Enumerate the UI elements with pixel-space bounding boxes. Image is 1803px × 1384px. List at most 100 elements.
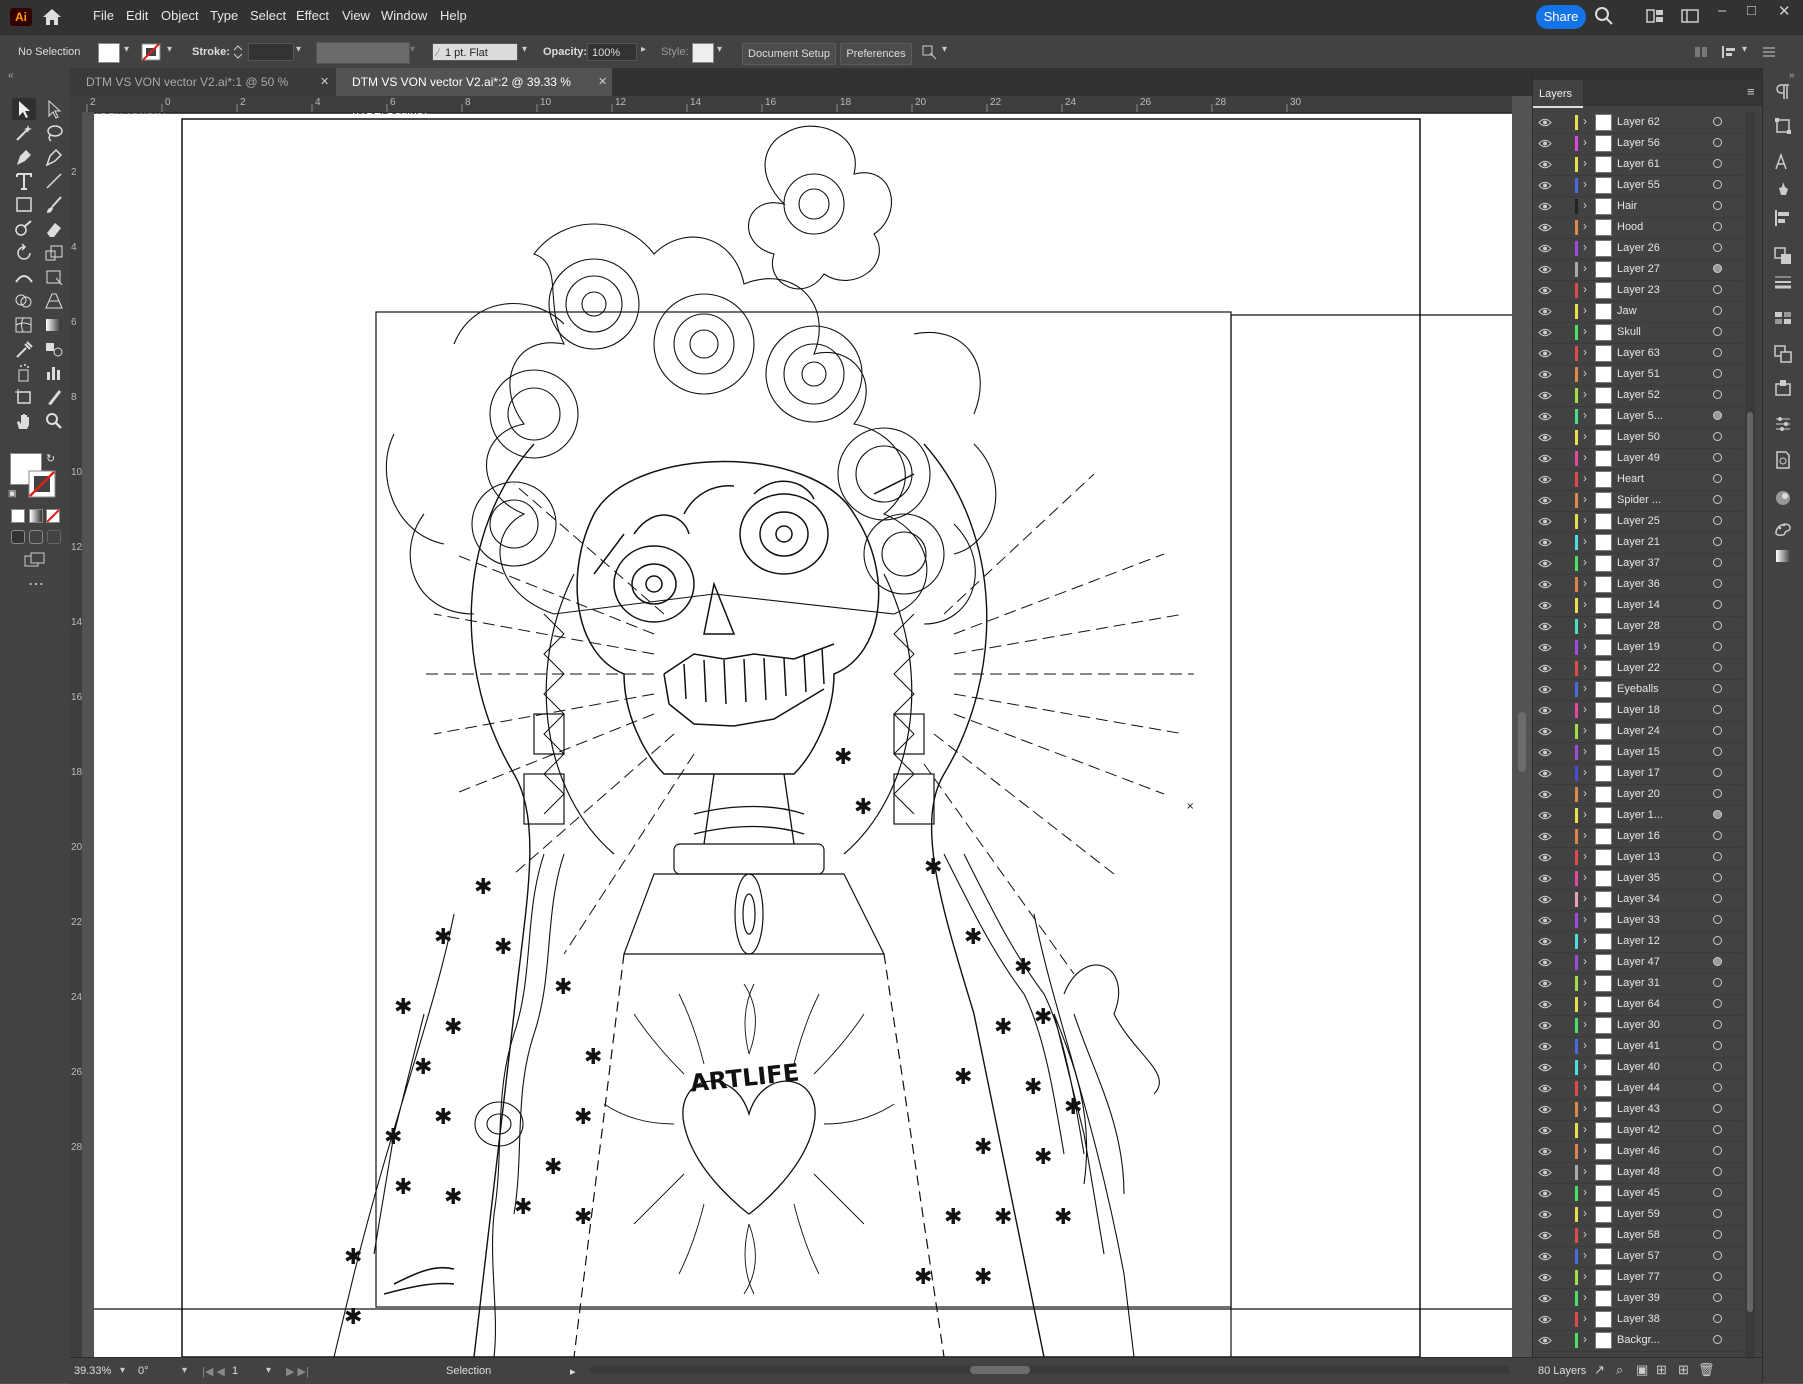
ruler-origin[interactable] (70, 96, 82, 112)
share-button[interactable]: Share (1536, 5, 1586, 29)
layer-row[interactable]: › Spider ... (1533, 490, 1743, 512)
layer-row[interactable]: › Skull (1533, 322, 1743, 344)
layer-name[interactable]: Layer 22 (1617, 662, 1677, 674)
expand-chevron-icon[interactable]: › (1583, 1164, 1587, 1178)
target-circle-icon[interactable] (1713, 915, 1722, 924)
layer-name[interactable]: Layer 13 (1617, 851, 1677, 863)
layer-name[interactable]: Layer 41 (1617, 1040, 1677, 1052)
visibility-eye-icon[interactable] (1538, 538, 1552, 547)
visibility-eye-icon[interactable] (1538, 433, 1552, 442)
align-panel-icon[interactable] (1773, 208, 1793, 228)
target-circle-icon[interactable] (1713, 201, 1722, 210)
visibility-eye-icon[interactable] (1538, 1189, 1552, 1198)
target-circle-icon[interactable] (1713, 117, 1722, 126)
target-circle-icon[interactable] (1713, 537, 1722, 546)
panel-menu-icon[interactable]: ≡ (1747, 84, 1755, 99)
layer-row[interactable]: › Layer 31 (1533, 973, 1743, 995)
lock-toggle[interactable] (1555, 114, 1571, 130)
horizontal-ruler[interactable]: 2 0 2 4 6 8 10 12 14 16 18 20 22 24 26 2… (82, 96, 1512, 113)
visibility-eye-icon[interactable] (1538, 580, 1552, 589)
brush-definition-field[interactable]: ⁄ 1 pt. Flat (432, 43, 518, 61)
layer-row[interactable]: › Layer 41 (1533, 1036, 1743, 1058)
width-tool-icon[interactable] (12, 266, 36, 288)
layer-name[interactable]: Layer 57 (1617, 1250, 1677, 1262)
lock-toggle[interactable] (1555, 156, 1571, 172)
lock-toggle[interactable] (1555, 492, 1571, 508)
lock-toggle[interactable] (1555, 1017, 1571, 1033)
lock-toggle[interactable] (1555, 303, 1571, 319)
target-circle-icon[interactable] (1713, 663, 1722, 672)
preferences-button[interactable]: Preferences (840, 43, 912, 65)
visibility-eye-icon[interactable] (1538, 244, 1552, 253)
layer-row[interactable]: › Layer 37 (1533, 553, 1743, 575)
target-circle-icon[interactable] (1713, 768, 1722, 777)
properties-icon[interactable] (1773, 414, 1793, 434)
lock-toggle[interactable] (1555, 1185, 1571, 1201)
screen-mode-icon[interactable] (24, 552, 46, 568)
lock-toggle[interactable] (1555, 1290, 1571, 1306)
lock-toggle[interactable] (1555, 1080, 1571, 1096)
layer-row[interactable]: › Layer 19 (1533, 637, 1743, 659)
visibility-eye-icon[interactable] (1538, 1126, 1552, 1135)
visibility-eye-icon[interactable] (1538, 517, 1552, 526)
target-circle-icon[interactable] (1713, 579, 1722, 588)
lock-toggle[interactable] (1555, 828, 1571, 844)
target-circle-icon[interactable] (1713, 642, 1722, 651)
artboards-icon[interactable] (1773, 344, 1793, 364)
menu-window[interactable]: Window (381, 8, 427, 23)
eyedropper-tool-icon[interactable] (12, 338, 36, 360)
status-menu-icon[interactable]: ▸ (570, 1365, 576, 1378)
pathfinder-icon[interactable] (1773, 246, 1793, 266)
opacity-field[interactable]: 100% (587, 43, 637, 61)
expand-chevron-icon[interactable]: › (1583, 639, 1587, 653)
layer-name[interactable]: Layer 46 (1617, 1145, 1677, 1157)
visibility-eye-icon[interactable] (1538, 1147, 1552, 1156)
default-fill-stroke-icon[interactable]: ▣ (8, 488, 17, 499)
menu-type[interactable]: Type (210, 8, 238, 23)
target-circle-icon[interactable] (1713, 1020, 1722, 1029)
close-window-icon[interactable]: ✕ (1778, 2, 1791, 20)
target-circle-icon[interactable] (1713, 600, 1722, 609)
visibility-eye-icon[interactable] (1538, 1231, 1552, 1240)
layer-row[interactable]: › Layer 34 (1533, 889, 1743, 911)
expand-chevron-icon[interactable]: › (1583, 366, 1587, 380)
chevron-right-icon[interactable]: ▸ (641, 44, 646, 55)
free-transform-tool-icon[interactable] (42, 266, 66, 288)
target-circle-icon[interactable] (1713, 159, 1722, 168)
layer-name[interactable]: Layer 24 (1617, 725, 1677, 737)
expand-chevron-icon[interactable]: › (1583, 240, 1587, 254)
target-circle-icon[interactable] (1713, 390, 1722, 399)
expand-chevron-icon[interactable]: › (1583, 1227, 1587, 1241)
target-circle-icon[interactable] (1713, 831, 1722, 840)
clipping-mask-icon[interactable]: ▣ (1636, 1362, 1648, 1378)
visibility-eye-icon[interactable] (1538, 1105, 1552, 1114)
lock-toggle[interactable] (1555, 1143, 1571, 1159)
expand-chevron-icon[interactable]: › (1583, 849, 1587, 863)
target-circle-icon[interactable] (1713, 348, 1722, 357)
target-circle-icon[interactable] (1713, 894, 1722, 903)
lock-toggle[interactable] (1555, 324, 1571, 340)
visibility-eye-icon[interactable] (1538, 727, 1552, 736)
target-circle-icon[interactable] (1713, 684, 1722, 693)
target-circle-icon[interactable] (1713, 726, 1722, 735)
layer-row[interactable]: › Layer 38 (1533, 1309, 1743, 1331)
layer-name[interactable]: Layer 45 (1617, 1187, 1677, 1199)
expand-chevron-icon[interactable]: › (1583, 1185, 1587, 1199)
layer-row[interactable]: › Layer 45 (1533, 1183, 1743, 1205)
target-circle-icon[interactable] (1713, 852, 1722, 861)
layer-name[interactable]: Layer 34 (1617, 893, 1677, 905)
lock-toggle[interactable] (1555, 408, 1571, 424)
maximize-icon[interactable]: □ (1747, 2, 1756, 19)
direct-selection-tool-icon[interactable] (42, 98, 66, 120)
expand-chevron-icon[interactable]: › (1583, 1290, 1587, 1304)
menu-file[interactable]: File (93, 8, 114, 23)
target-circle-icon[interactable] (1713, 1293, 1722, 1302)
menu-object[interactable]: Object (161, 8, 199, 23)
lock-toggle[interactable] (1555, 345, 1571, 361)
expand-chevron-icon[interactable]: › (1583, 114, 1587, 128)
expand-chevron-icon[interactable]: › (1583, 660, 1587, 674)
close-icon[interactable]: ✕ (320, 68, 329, 96)
layer-row[interactable]: › Layer 40 (1533, 1057, 1743, 1079)
visibility-eye-icon[interactable] (1538, 769, 1552, 778)
tab-document-1[interactable]: DTM VS VON vector V2.ai*:1 @ 50 % (RGB/P… (70, 68, 336, 117)
